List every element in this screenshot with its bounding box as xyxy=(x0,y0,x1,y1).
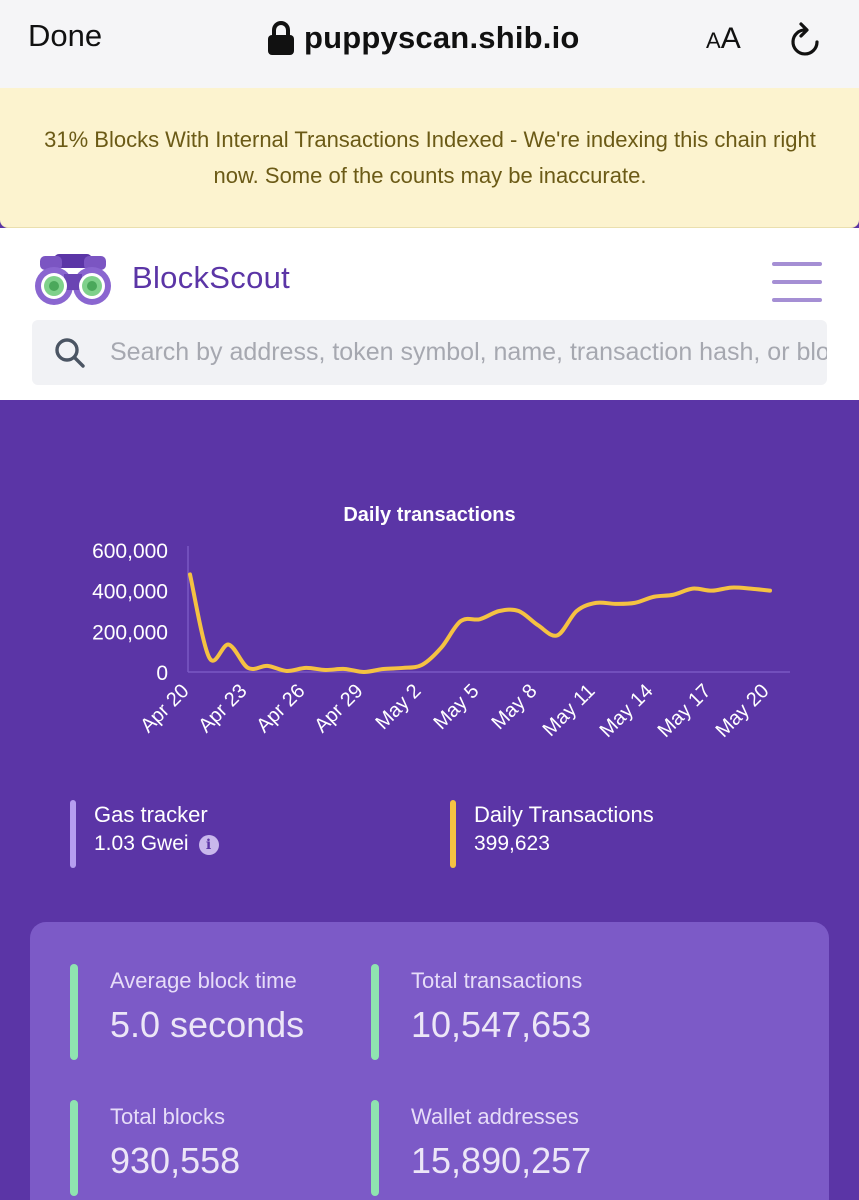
total-blocks-stat: Total blocks 930,558 xyxy=(70,1100,370,1196)
browser-toolbar: Done puppyscan.shib.io AA xyxy=(0,0,859,88)
done-button[interactable]: Done xyxy=(28,18,102,54)
stat-bar xyxy=(371,964,379,1060)
x-tick-label: Apr 26 xyxy=(252,680,309,737)
lock-icon xyxy=(268,21,294,55)
wallet-addresses-stat: Wallet addresses 15,890,257 xyxy=(371,1100,671,1196)
gas-tracker-value: 1.03 Gwei xyxy=(94,832,189,855)
stat-bar xyxy=(70,1100,78,1196)
y-tick-label: 200,000 xyxy=(92,621,168,644)
search-bar[interactable] xyxy=(32,320,827,385)
x-tick-label: May 8 xyxy=(487,680,541,734)
text-size-small-letter: A xyxy=(706,28,721,53)
x-tick-label: May 5 xyxy=(429,680,483,734)
indexing-banner: 31% Blocks With Internal Transactions In… xyxy=(0,88,859,228)
daily-transactions-label: Daily Transactions xyxy=(474,802,654,827)
text-size-big-letter: A xyxy=(720,22,741,55)
text-size-button[interactable]: AA xyxy=(706,22,741,56)
average-block-time-stat: Average block time 5.0 seconds xyxy=(70,964,370,1060)
url-text[interactable]: puppyscan.shib.io xyxy=(304,20,580,56)
gas-tracker-bar xyxy=(70,800,76,868)
average-block-time-value: 5.0 seconds xyxy=(110,1004,305,1045)
x-tick-label: May 20 xyxy=(712,680,774,742)
x-tick-label: May 14 xyxy=(596,680,658,742)
total-blocks-value: 930,558 xyxy=(110,1140,241,1181)
logo-text[interactable]: BlockScout xyxy=(132,260,290,296)
series-line xyxy=(188,572,772,674)
indexing-banner-text: 31% Blocks With Internal Transactions In… xyxy=(44,127,816,188)
chart-title: Daily transactions xyxy=(343,504,516,526)
x-tick-label: May 11 xyxy=(539,680,600,741)
total-transactions-stat: Total transactions 10,547,653 xyxy=(371,964,671,1060)
total-blocks-label: Total blocks xyxy=(110,1104,225,1129)
y-tick-label: 600,000 xyxy=(92,540,168,563)
search-input[interactable] xyxy=(110,320,827,385)
daily-transactions-stat: Daily Transactions 399,623 xyxy=(450,798,770,870)
total-transactions-value: 10,547,653 xyxy=(411,1004,592,1045)
daily-transactions-bar xyxy=(450,800,456,868)
stat-bar xyxy=(70,964,78,1060)
x-tick-label: Apr 23 xyxy=(194,680,251,737)
wallet-addresses-value: 15,890,257 xyxy=(411,1140,592,1181)
x-tick-label: May 17 xyxy=(654,680,716,742)
average-block-time-label: Average block time xyxy=(110,968,297,993)
gas-tracker-label: Gas tracker xyxy=(94,802,208,827)
search-icon xyxy=(55,338,85,368)
menu-icon[interactable] xyxy=(772,262,822,302)
binoculars-logo-icon[interactable] xyxy=(34,252,112,308)
gas-tracker-value-row: 1.03 Gwei i xyxy=(94,832,219,856)
info-icon[interactable]: i xyxy=(198,835,219,855)
address-bar[interactable]: puppyscan.shib.io xyxy=(268,18,580,58)
site-header: BlockScout xyxy=(0,228,859,400)
reload-icon[interactable] xyxy=(788,20,824,60)
stat-bar xyxy=(371,1100,379,1196)
y-tick-label: 400,000 xyxy=(92,581,168,604)
stats-card: Average block time 5.0 seconds Total tra… xyxy=(30,922,829,1200)
x-tick-label: May 2 xyxy=(371,680,425,734)
gas-tracker: Gas tracker 1.03 Gwei i xyxy=(70,798,390,870)
x-tick-label: Apr 29 xyxy=(310,680,367,737)
x-tick-label: Apr 20 xyxy=(136,680,193,737)
y-tick-label: 0 xyxy=(156,662,168,685)
daily-transactions-chart: 0 200,000 400,000 600,000 Apr 20 Apr 23 Apr 26… xyxy=(92,540,790,742)
daily-transactions-value: 399,623 xyxy=(474,832,550,855)
dashboard-banner: Daily transactions 0 200,000 400,000 600,00… xyxy=(0,400,859,1200)
total-transactions-label: Total transactions xyxy=(411,968,583,993)
wallet-addresses-label: Wallet addresses xyxy=(411,1104,579,1129)
